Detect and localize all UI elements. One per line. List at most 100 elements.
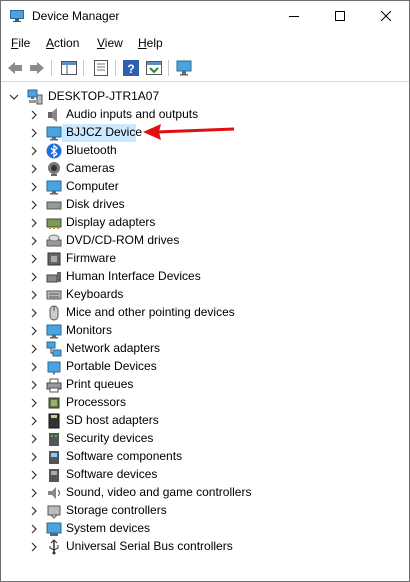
minimize-button[interactable] [271, 1, 317, 31]
tree-item[interactable]: Sound, video and game controllers [1, 484, 409, 502]
chevron-right-icon[interactable] [29, 524, 39, 534]
firmware-icon [47, 252, 61, 266]
properties-button[interactable] [91, 58, 111, 78]
chevron-right-icon[interactable] [29, 326, 39, 336]
tree-item[interactable]: Firmware [1, 250, 409, 268]
tree-item-label: Storage controllers [66, 503, 167, 517]
update-driver-button[interactable] [144, 58, 164, 78]
root-label: DESKTOP-JTR1A07 [48, 89, 160, 103]
show-hide-console-tree-button[interactable] [59, 58, 79, 78]
display-adapter-icon [46, 218, 62, 229]
tree-item[interactable]: System devices [1, 520, 409, 538]
tree-item[interactable]: Keyboards [1, 286, 409, 304]
chevron-right-icon[interactable] [29, 398, 39, 408]
back-button[interactable] [5, 58, 25, 78]
chevron-right-icon[interactable] [29, 470, 39, 480]
chevron-right-icon[interactable] [29, 182, 39, 192]
menu-view[interactable]: View [97, 36, 123, 50]
software-component-icon [49, 451, 59, 464]
tree-item[interactable]: Computer [1, 178, 409, 196]
tree-item[interactable]: Security devices [1, 430, 409, 448]
mouse-icon [49, 305, 59, 321]
tree-item[interactable]: Monitors [1, 322, 409, 340]
chevron-right-icon[interactable] [29, 128, 39, 138]
tree-item[interactable]: Print queues [1, 376, 409, 394]
tree-item[interactable]: Cameras [1, 160, 409, 178]
sound-controller-icon [48, 487, 60, 499]
close-icon [381, 11, 391, 21]
chevron-right-icon[interactable] [29, 380, 39, 390]
chevron-right-icon[interactable] [29, 146, 39, 156]
tree-item-label: System devices [66, 521, 151, 535]
bluetooth-icon [46, 143, 62, 159]
update-driver-icon [146, 61, 162, 75]
tree-item-label: Software components [66, 449, 183, 463]
tree-item[interactable]: Disk drives [1, 196, 409, 214]
tree-item[interactable]: DVD/CD-ROM drives [1, 232, 409, 250]
chevron-right-icon[interactable] [29, 416, 39, 426]
tree-item[interactable]: Mice and other pointing devices [1, 304, 409, 322]
chevron-right-icon[interactable] [29, 272, 39, 282]
chevron-right-icon[interactable] [29, 218, 39, 228]
device-tree[interactable]: DESKTOP-JTR1A07 Audio inputs and outputs… [1, 83, 409, 581]
chevron-down-icon[interactable] [9, 92, 19, 102]
title-bar[interactable]: Device Manager [1, 1, 409, 31]
tree-item[interactable]: Human Interface Devices [1, 268, 409, 286]
close-button[interactable] [363, 1, 409, 31]
minimize-icon [289, 16, 299, 17]
chevron-right-icon[interactable] [29, 200, 39, 210]
tree-item-label: Mice and other pointing devices [66, 305, 235, 319]
tree-item-label: Computer [66, 179, 119, 193]
tree-item[interactable]: Processors [1, 394, 409, 412]
forward-button[interactable] [27, 58, 47, 78]
console-tree-icon [61, 61, 77, 75]
chevron-right-icon[interactable] [29, 254, 39, 264]
tree-item[interactable]: Bluetooth [1, 142, 409, 160]
tree-item-label: Firmware [66, 251, 116, 265]
hid-icon [46, 272, 61, 283]
chevron-right-icon[interactable] [29, 542, 39, 552]
annotation-arrow [143, 124, 235, 140]
tree-item[interactable]: Portable Devices [1, 358, 409, 376]
monitor-icon [46, 126, 62, 141]
usb-icon [49, 539, 59, 555]
tree-item[interactable]: Display adapters [1, 214, 409, 232]
sd-card-icon [48, 413, 60, 429]
toolbar-separator [168, 60, 169, 76]
disk-drive-icon [46, 201, 62, 210]
scan-hardware-button[interactable] [175, 58, 195, 78]
chevron-right-icon[interactable] [29, 488, 39, 498]
chevron-right-icon[interactable] [29, 452, 39, 462]
menu-action[interactable]: Action [46, 36, 79, 50]
tree-item-label: BJJCZ Device [66, 125, 143, 139]
menu-file[interactable]: File [11, 36, 30, 50]
tree-root[interactable]: DESKTOP-JTR1A07 [1, 88, 409, 106]
tree-item-label: Software devices [66, 467, 158, 481]
tree-item[interactable]: Software components [1, 448, 409, 466]
tree-item-label: Sound, video and game controllers [66, 485, 252, 499]
tree-item-label: Disk drives [66, 197, 125, 211]
back-arrow-icon [8, 62, 22, 74]
tree-item[interactable]: Network adapters [1, 340, 409, 358]
tree-item-label: Bluetooth [66, 143, 117, 157]
tree-item[interactable]: SD host adapters [1, 412, 409, 430]
chevron-right-icon[interactable] [29, 236, 39, 246]
tree-item[interactable]: Universal Serial Bus controllers [1, 538, 409, 556]
menu-help[interactable]: Help [138, 36, 163, 50]
chevron-right-icon[interactable] [29, 344, 39, 354]
chevron-right-icon[interactable] [29, 434, 39, 444]
computer-root-icon [27, 89, 43, 105]
tree-item[interactable]: Software devices [1, 466, 409, 484]
tree-item-label: DVD/CD-ROM drives [66, 233, 180, 247]
chevron-right-icon[interactable] [29, 110, 39, 120]
window-title: Device Manager [32, 9, 120, 23]
chevron-right-icon[interactable] [29, 164, 39, 174]
tree-item[interactable]: Storage controllers [1, 502, 409, 520]
maximize-button[interactable] [317, 1, 363, 31]
help-button[interactable]: ? [121, 58, 141, 78]
menu-bar: File Action View Help [1, 32, 409, 53]
chevron-right-icon[interactable] [29, 506, 39, 516]
chevron-right-icon[interactable] [29, 290, 39, 300]
chevron-right-icon[interactable] [29, 362, 39, 372]
chevron-right-icon[interactable] [29, 308, 39, 318]
